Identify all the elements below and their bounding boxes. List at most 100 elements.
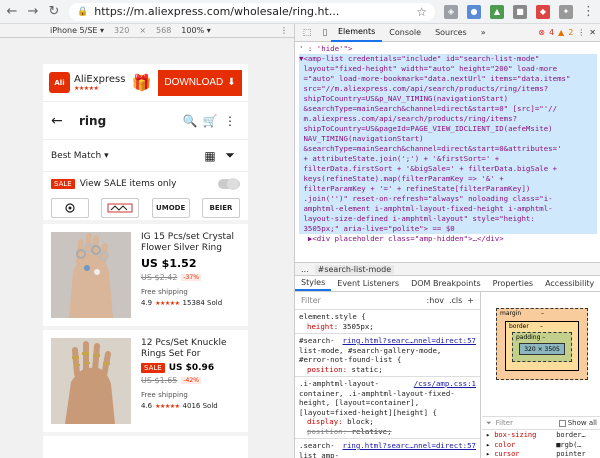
box-model-border[interactable]: border – padding – 320 × 3505	[505, 321, 579, 371]
grid-view-icon[interactable]: ▦	[200, 149, 220, 163]
expand-arrow-icon[interactable]: ▸	[486, 441, 490, 451]
device-select[interactable]: iPhone 5/SE ▾	[50, 26, 104, 35]
rule-source-link[interactable]: ring.html?searc…nnel=direct:57	[343, 441, 477, 451]
css-property[interactable]: height	[307, 322, 334, 331]
dom-node-line[interactable]: shipToCountry=US&pageId=PAGE_VIEW_IDCLIE…	[299, 124, 597, 134]
brand-chip-beier[interactable]: BEIER	[201, 198, 240, 218]
extension-icon[interactable]: ■	[513, 4, 527, 19]
tab-console[interactable]: Console	[382, 24, 428, 42]
back-icon[interactable]: ←	[6, 5, 18, 18]
computed-row[interactable]: ▸ box-sizing border…	[482, 431, 600, 441]
css-declaration[interactable]: height: 3505px;	[299, 322, 476, 332]
dom-node-line[interactable]: amphtml-element i-amphtml-layout-fixed-h…	[299, 204, 597, 214]
dom-node-line[interactable]: ▼<amp-list credentials="include" id="sea…	[299, 54, 597, 64]
sale-toggle[interactable]	[218, 178, 240, 190]
cart-icon[interactable]: 🛒	[200, 114, 220, 128]
dom-node-line[interactable]: shipToCountry=US&p_NAV_TIMING(navigation…	[299, 94, 597, 104]
expand-arrow-icon[interactable]: ▸	[486, 431, 490, 441]
dom-node-line[interactable]: ▶<div placeholder class="amp-hidden">…</…	[299, 234, 597, 244]
dom-node-line[interactable]: src="//m.aliexpress.com/api/search/produ…	[299, 84, 597, 94]
extension-icon[interactable]: ●	[467, 4, 481, 19]
dom-node-line[interactable]: + attributeState.join(';') + '&firstSort…	[299, 154, 597, 164]
dom-node-line[interactable]: ' : 'hide'">	[299, 44, 597, 54]
css-property[interactable]: position	[307, 365, 343, 374]
sort-dropdown[interactable]: Best Match ▾	[51, 151, 200, 161]
issue-badges[interactable]: ⊗ 4 ▲ 2 ⋮ ✕	[538, 28, 600, 37]
back-arrow-icon[interactable]: ←	[51, 113, 67, 129]
product-card[interactable]: IG 15 Pcs/set Crystal Flower Silver Ring…	[43, 224, 248, 330]
dom-node-line[interactable]: filterParamKey + '=' + refineState[filte…	[299, 184, 597, 194]
dom-node-line[interactable]: &searchType=mainSearch&channel=direct&st…	[299, 104, 597, 114]
devtools-menu-icon[interactable]: ⋮	[577, 28, 585, 37]
extension-icon[interactable]: ◈	[444, 4, 458, 19]
reload-icon[interactable]: ↻	[48, 5, 60, 18]
show-all-toggle[interactable]: Show all	[558, 419, 597, 427]
style-rule[interactable]: ring.html?searc…nnel=direct:57 #search-li…	[295, 334, 480, 377]
box-model-content[interactable]: 320 × 3505	[519, 343, 565, 355]
css-value[interactable]: 3505px;	[343, 322, 374, 331]
dom-node-line[interactable]: NAV_TIMING(navigationStart)	[299, 134, 597, 144]
extension-icon[interactable]: ✦	[559, 4, 573, 19]
computed-row[interactable]: ▸ color ■rgb(…	[482, 441, 600, 451]
bookmark-star-icon[interactable]: ☆	[416, 5, 427, 19]
style-rule[interactable]: /css/amp.css:1 .i-amphtml-layout-containe…	[295, 377, 480, 439]
tab-properties[interactable]: Properties	[487, 276, 539, 291]
search-icon[interactable]: 🔍	[180, 114, 200, 128]
tab-event-listeners[interactable]: Event Listeners	[331, 276, 405, 291]
box-model-padding[interactable]: padding – 320 × 3505	[512, 332, 572, 362]
tab-accessibility[interactable]: Accessibility	[539, 276, 600, 291]
css-value[interactable]: static;	[352, 365, 383, 374]
device-toggle-icon[interactable]: ▯	[319, 27, 331, 39]
dom-node-line[interactable]: &searchType=mainSearch&channel=direct&st…	[299, 144, 597, 154]
css-declaration[interactable]: position: static;	[299, 365, 476, 375]
tab-more[interactable]: »	[474, 24, 493, 42]
box-model-margin[interactable]: margin – border – padding – 320 × 3505	[496, 308, 588, 380]
download-button[interactable]: DOWNLOAD ⬇	[158, 69, 242, 96]
device-width[interactable]: 320	[114, 26, 129, 35]
dom-node-line[interactable]: layout="fixed-height" width="auto" heigh…	[299, 64, 597, 74]
styles-filter-input[interactable]: Filter	[301, 296, 321, 306]
product-title[interactable]: IG 15 Pcs/set Crystal Flower Silver Ring…	[141, 232, 240, 254]
show-all-checkbox[interactable]	[558, 419, 566, 427]
css-declaration[interactable]: display: block;	[299, 417, 476, 427]
new-rule-button[interactable]: +	[467, 296, 474, 306]
css-value[interactable]: relative;	[352, 427, 392, 436]
brand-chip-logo-1[interactable]	[51, 198, 89, 218]
extension-icon[interactable]: ▲	[490, 4, 504, 19]
tab-elements[interactable]: Elements	[331, 24, 383, 42]
search-query[interactable]: ring	[79, 114, 180, 128]
device-menu-icon[interactable]: ⋮	[280, 26, 294, 35]
dom-node-line[interactable]: filterData.firstSort + '&bigSale=' + fil…	[299, 164, 597, 174]
device-height[interactable]: 568	[156, 26, 171, 35]
dom-node-line[interactable]: m.aliexpress.com/api/search/products/rin…	[299, 114, 597, 124]
menu-kebab-icon[interactable]: ⋮	[582, 5, 595, 18]
zoom-select[interactable]: 100% ▾	[181, 26, 210, 35]
forward-icon[interactable]: →	[27, 5, 39, 18]
inspect-element-icon[interactable]: ⬚	[301, 27, 313, 39]
dom-node-line[interactable]: keys(refineState).map(filterParamKey => …	[299, 174, 597, 184]
close-devtools-icon[interactable]: ✕	[589, 28, 596, 37]
product-card[interactable]: 12 Pcs/Set Knuckle Rings Set For Women..…	[43, 330, 248, 436]
hov-toggle[interactable]: :hov	[427, 296, 444, 306]
dom-node-line[interactable]: .join('')" reset-on-refresh="always" nol…	[299, 194, 597, 204]
expand-arrow-icon[interactable]: ▸	[486, 450, 490, 458]
rule-source-link[interactable]: ring.html?searc…nnel=direct:57	[343, 336, 477, 346]
dom-tree[interactable]: ' : 'hide'"> ▼<amp-list credentials="incl…	[295, 42, 600, 262]
more-icon[interactable]: ⋮	[220, 114, 240, 128]
css-property[interactable]: display	[307, 417, 338, 426]
dom-node-line[interactable]: ="auto" load-more-bookmark="data.nextUrl…	[299, 74, 597, 84]
css-property[interactable]: position	[307, 427, 343, 436]
cls-toggle[interactable]: .cls	[449, 296, 462, 306]
style-rule[interactable]: element.style {height: 3505px;	[295, 310, 480, 334]
product-title[interactable]: 12 Pcs/Set Knuckle Rings Set For Women..…	[141, 338, 240, 360]
dom-node-line[interactable]: layout-size-defined i-amphtml-layout" st…	[299, 214, 597, 224]
style-rule[interactable]: ring.html?searc…nnel=direct:57 .search-li…	[295, 439, 480, 458]
extension-icon[interactable]: ◆	[536, 4, 550, 19]
tab-sources[interactable]: Sources	[428, 24, 474, 42]
tab-dom-breakpoints[interactable]: DOM Breakpoints	[405, 276, 487, 291]
css-value[interactable]: block;	[347, 417, 374, 426]
breadcrumb-selected[interactable]: #search-list-mode	[314, 264, 395, 274]
filter-funnel-icon[interactable]: ⏷	[220, 148, 240, 163]
computed-filter-input[interactable]: Filter	[496, 419, 513, 427]
brand-chip-logo-2[interactable]	[101, 198, 140, 218]
